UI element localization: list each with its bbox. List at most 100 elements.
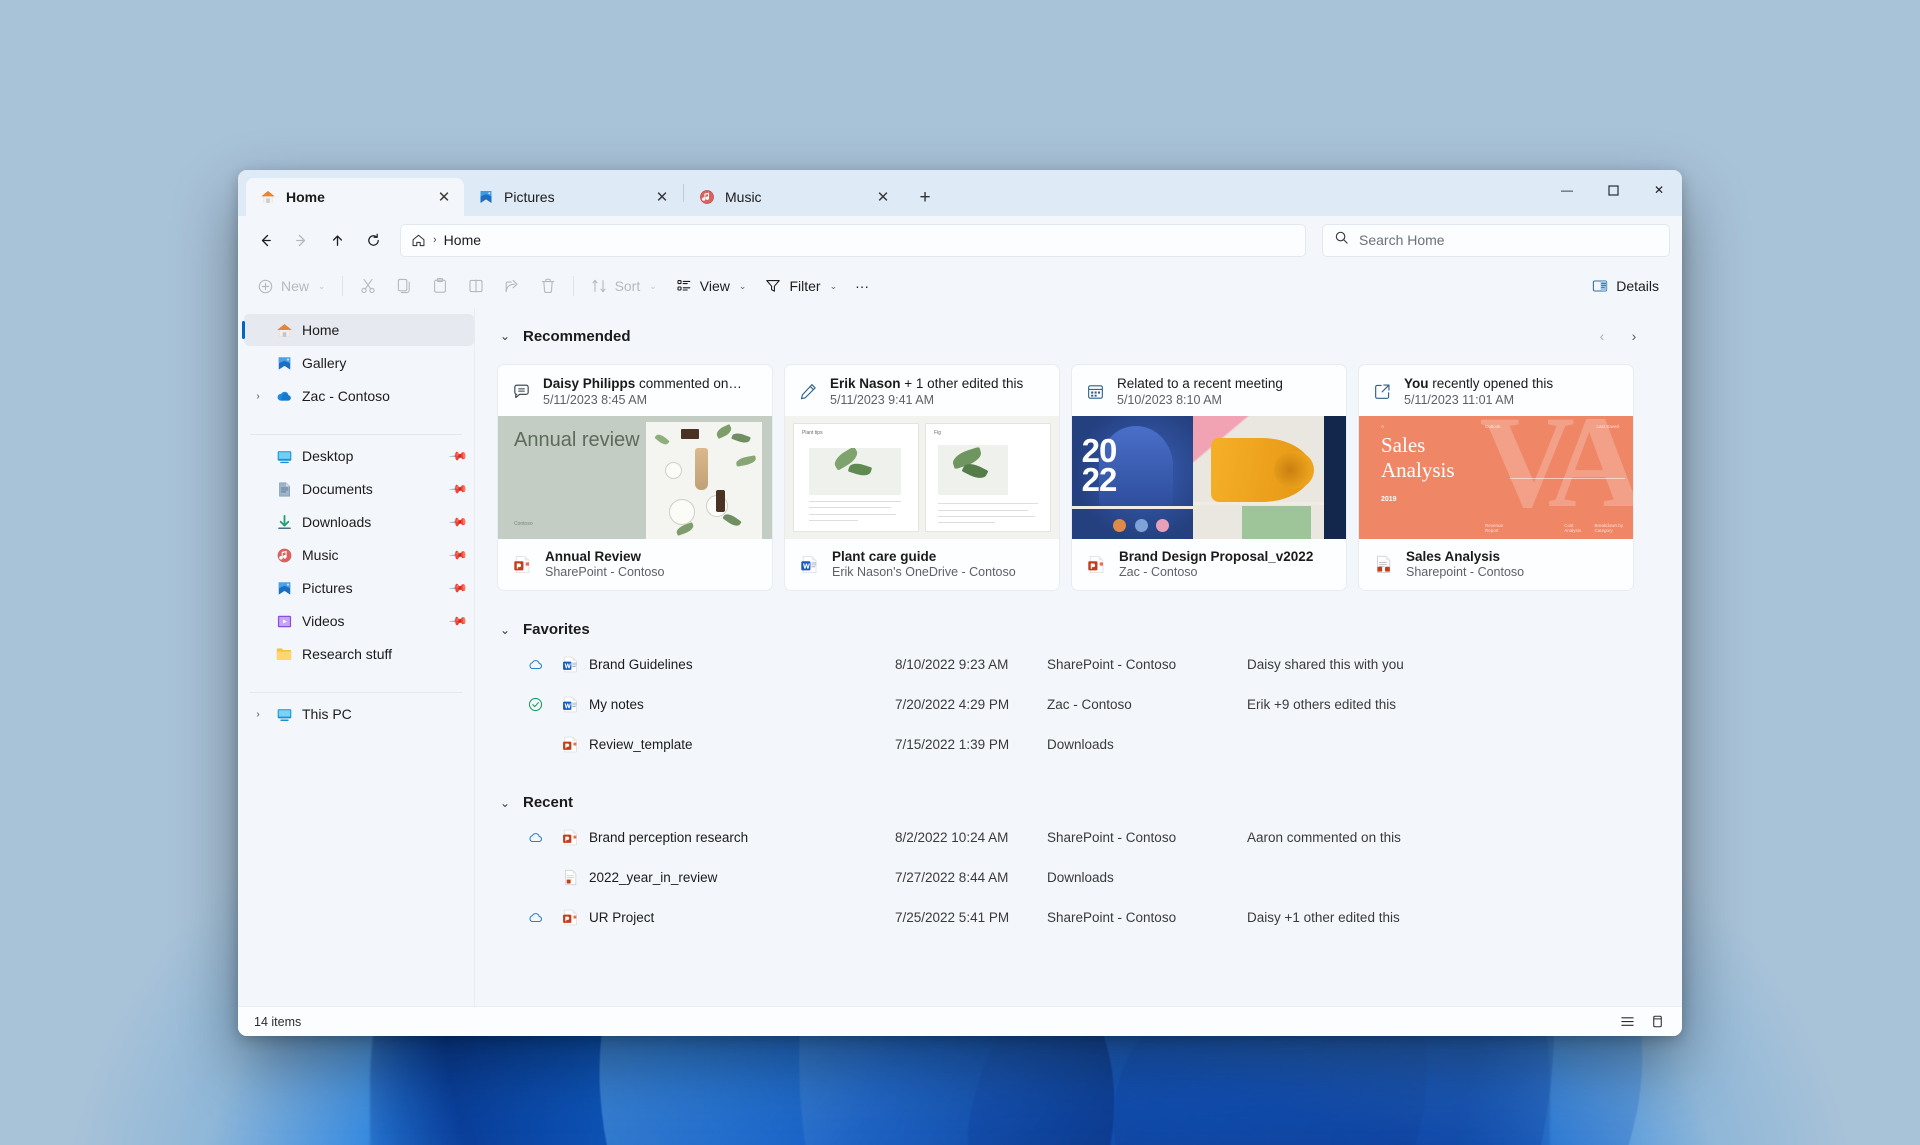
cut-button[interactable] xyxy=(350,270,386,302)
status-bar: 14 items xyxy=(238,1006,1682,1036)
downloads-icon xyxy=(275,513,293,531)
card-thumbnail[interactable]: Plant tips Fig xyxy=(785,416,1059,539)
sidebar-item-home[interactable]: Home xyxy=(242,314,474,346)
table-row[interactable]: My notes 7/20/2022 4:29 PM Zac - Contoso… xyxy=(497,684,1682,724)
file-name: Review_template xyxy=(589,736,693,752)
home-outline-icon[interactable] xyxy=(411,233,426,248)
navigation-pane: Home Gallery › Zac - Contoso › xyxy=(238,308,475,1006)
recommended-card[interactable]: Erik Nason + 1 other edited this 5/11/20… xyxy=(784,364,1060,591)
card-file-name: Plant care guide xyxy=(832,549,937,564)
chevron-down-icon[interactable]: ⌄ xyxy=(497,796,513,810)
carousel-next-button[interactable]: › xyxy=(1620,322,1648,350)
tab-home[interactable]: Home ✕ xyxy=(246,178,464,216)
card-file-name: Brand Design Proposal_v2022 xyxy=(1119,549,1314,564)
sidebar-item-music[interactable]: › Music 📌 xyxy=(244,539,474,571)
chevron-right-icon[interactable]: › xyxy=(250,709,266,720)
rename-button[interactable] xyxy=(458,270,494,302)
sidebar-item-gallery[interactable]: Gallery xyxy=(244,347,474,379)
sort-button[interactable]: Sort ⌄ xyxy=(581,270,666,302)
sidebar-item-research-stuff[interactable]: › Research stuff xyxy=(244,638,474,670)
videos-icon xyxy=(275,612,293,630)
pin-icon[interactable]: 📌 xyxy=(448,512,468,532)
pin-icon[interactable]: 📌 xyxy=(448,446,468,466)
title-bar[interactable]: Home ✕ Pictures ✕ Music ✕ + — ✕ xyxy=(238,170,1682,216)
breadcrumb-current[interactable]: Home xyxy=(444,232,481,248)
breadcrumb[interactable]: › Home xyxy=(400,223,1306,257)
pin-icon[interactable]: 📌 xyxy=(448,545,468,565)
pin-icon[interactable]: 📌 xyxy=(448,611,468,631)
card-activity: Daisy Philipps commented on… 5/11/2023 8… xyxy=(498,365,772,416)
thumb-text-block: Annual review Contoso xyxy=(498,416,646,539)
table-row[interactable]: Brand Guidelines 8/10/2022 9:23 AM Share… xyxy=(497,644,1682,684)
paste-button[interactable] xyxy=(422,270,458,302)
sidebar-item-videos[interactable]: › Videos 📌 xyxy=(244,605,474,637)
table-row[interactable]: 2022_year_in_review 7/27/2022 8:44 AM Do… xyxy=(497,857,1682,897)
pin-icon[interactable]: 📌 xyxy=(448,479,468,499)
thumb-photo xyxy=(645,422,762,539)
maximize-button[interactable] xyxy=(1590,170,1636,210)
sidebar-item-desktop[interactable]: › Desktop 📌 xyxy=(244,440,474,472)
address-bar: › Home xyxy=(238,216,1682,264)
card-file-name: Annual Review xyxy=(545,549,642,564)
tab-close-button[interactable]: ✕ xyxy=(432,185,456,209)
copy-button[interactable] xyxy=(386,270,422,302)
tab-close-button[interactable]: ✕ xyxy=(871,185,895,209)
file-name: 2022_year_in_review xyxy=(589,869,718,885)
chevron-down-icon[interactable]: ⌄ xyxy=(497,623,513,637)
pin-icon[interactable]: 📌 xyxy=(448,578,468,598)
sidebar-item-documents[interactable]: › Documents 📌 xyxy=(244,473,474,505)
up-arrow-icon[interactable] xyxy=(320,223,354,257)
card-file-name: Sales Analysis xyxy=(1406,549,1501,564)
card-thumbnail[interactable]: Annual review Contoso xyxy=(498,416,772,539)
recommended-card[interactable]: Daisy Philipps commented on… 5/11/2023 8… xyxy=(497,364,773,591)
table-row[interactable]: UR Project 7/25/2022 5:41 PM SharePoint … xyxy=(497,897,1682,937)
sidebar-item-this-pc[interactable]: › This PC xyxy=(244,698,474,730)
window-body: Home Gallery › Zac - Contoso › xyxy=(238,308,1682,1006)
overflow-button[interactable]: ··· xyxy=(846,270,878,302)
recommended-card[interactable]: Related to a recent meeting 5/10/2023 8:… xyxy=(1071,364,1347,591)
tab-music[interactable]: Music ✕ xyxy=(685,178,903,216)
card-activity-verb: recently opened this xyxy=(1428,376,1554,391)
close-button[interactable]: ✕ xyxy=(1636,170,1682,210)
tab-close-button[interactable]: ✕ xyxy=(650,185,674,209)
carousel-prev-button[interactable]: ‹ xyxy=(1588,322,1616,350)
chevron-right-icon[interactable]: › xyxy=(250,391,266,402)
search-box[interactable] xyxy=(1322,223,1670,257)
home-icon xyxy=(259,188,277,206)
card-thumbnail[interactable]: VA Sales Analysis 2019 A Outlook Last Sav… xyxy=(1359,416,1633,539)
sidebar-divider xyxy=(250,434,462,435)
sidebar-item-zac-contoso[interactable]: › Zac - Contoso xyxy=(244,380,474,412)
view-label: View xyxy=(699,278,730,294)
breadcrumb-separator-icon: › xyxy=(433,234,437,246)
search-input[interactable] xyxy=(1359,232,1658,248)
window-controls: — ✕ xyxy=(1544,170,1682,210)
recommended-card[interactable]: You recently opened this 5/11/2023 11:01… xyxy=(1358,364,1634,591)
table-row[interactable]: Review_template 7/15/2022 1:39 PM Downlo… xyxy=(497,724,1682,764)
chevron-down-icon[interactable]: ⌄ xyxy=(497,329,513,343)
section-title: Recommended xyxy=(523,327,631,345)
new-button[interactable]: New ⌄ xyxy=(248,270,335,302)
onedrive-icon xyxy=(275,387,293,405)
new-tab-button[interactable]: + xyxy=(909,181,941,213)
minimize-button[interactable]: — xyxy=(1544,170,1590,210)
forward-arrow-icon[interactable] xyxy=(284,223,318,257)
tab-pictures[interactable]: Pictures ✕ xyxy=(464,178,682,216)
back-arrow-icon[interactable] xyxy=(248,223,282,257)
share-button[interactable] xyxy=(494,270,530,302)
refresh-arrow-icon[interactable] xyxy=(356,223,390,257)
sidebar-item-downloads[interactable]: › Downloads 📌 xyxy=(244,506,474,538)
music-icon xyxy=(275,546,293,564)
delete-button[interactable] xyxy=(530,270,566,302)
details-pane-button[interactable]: Details xyxy=(1582,270,1668,302)
file-location: SharePoint - Contoso xyxy=(1047,909,1177,925)
file-location: Zac - Contoso xyxy=(1047,696,1132,712)
filter-button[interactable]: Filter ⌄ xyxy=(755,270,846,302)
sidebar-item-label: Documents xyxy=(302,481,373,497)
card-thumbnail[interactable]: 20 22 xyxy=(1072,416,1346,539)
table-row[interactable]: Brand perception research 8/2/2022 10:24… xyxy=(497,817,1682,857)
view-button[interactable]: View ⌄ xyxy=(666,270,756,302)
detail-view-icon[interactable] xyxy=(1644,1011,1670,1033)
cloud-icon xyxy=(515,829,555,846)
sidebar-item-pictures[interactable]: › Pictures 📌 xyxy=(244,572,474,604)
list-view-icon[interactable] xyxy=(1614,1011,1640,1033)
